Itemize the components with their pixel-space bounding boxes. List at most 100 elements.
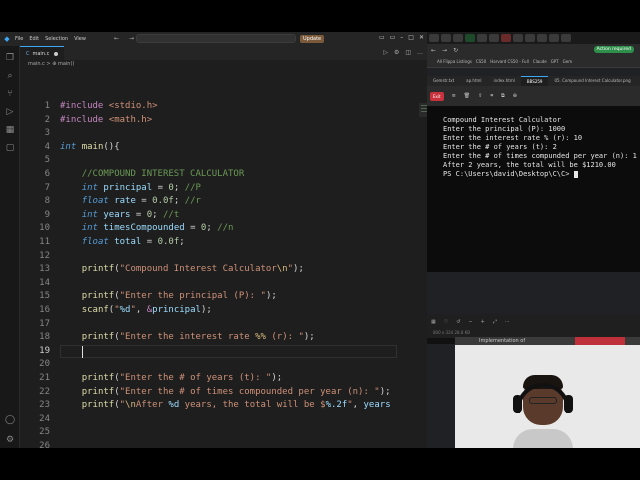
share-icon[interactable]: ⇪	[478, 93, 482, 99]
line-number: 16	[39, 305, 50, 315]
code-line[interactable]: 21 printf("Enter the # of years (t): ");	[20, 372, 427, 386]
line-number: 14	[39, 277, 50, 288]
browser-tab[interactable]	[465, 34, 475, 42]
update-button[interactable]: Update	[300, 35, 325, 43]
browser-tab[interactable]	[501, 34, 511, 42]
code-line[interactable]: 14	[20, 277, 427, 291]
browser-tab[interactable]	[561, 34, 571, 42]
code-line[interactable]: 7 int principal = 0; //P	[20, 182, 427, 196]
browser-tab[interactable]	[477, 34, 487, 42]
file-tab[interactable]: index.html	[488, 76, 521, 86]
maximize-icon[interactable]: □	[408, 34, 414, 41]
code-editor[interactable]: 1 #include <stdio.h> 2 #include <math.h> 3 4 i…	[20, 69, 427, 448]
more-icon[interactable]: ⋯	[505, 319, 510, 325]
code-line[interactable]: 17	[20, 318, 427, 332]
layout-icon[interactable]: ▭	[379, 34, 385, 41]
browser-tab[interactable]	[489, 34, 499, 42]
code-line[interactable]: 22 printf("Enter the # of times compound…	[20, 386, 427, 400]
code-line[interactable]: 9 int years = 0; //t	[20, 209, 427, 223]
browser-tab[interactable]	[525, 34, 535, 42]
code-line[interactable]: 20	[20, 358, 427, 372]
run-debug-icon[interactable]: ▷	[4, 106, 16, 118]
more-icon[interactable]: …	[417, 49, 423, 56]
browser-tab[interactable]	[429, 34, 439, 42]
code-line[interactable]: 2 #include <math.h>	[20, 114, 427, 128]
browser-tab[interactable]	[513, 34, 523, 42]
code-line[interactable]: 16 scanf("%d", &principal);	[20, 304, 427, 318]
back-icon[interactable]: ←	[431, 47, 436, 54]
tab-main-c[interactable]: C main.c	[20, 46, 65, 60]
close-icon[interactable]: ✕	[419, 34, 424, 41]
code-line[interactable]: 26	[20, 440, 427, 448]
list-icon[interactable]: ≡	[452, 93, 456, 99]
file-tab[interactable]: 05. Compound Interest Calculator.png	[548, 76, 636, 86]
bookmark[interactable]: Claude	[533, 59, 547, 64]
minimize-icon[interactable]: –	[400, 34, 403, 41]
split-editor-icon[interactable]: ◫	[405, 49, 411, 56]
code-line[interactable]: 11 float total = 0.0f;	[20, 236, 427, 250]
menu-file[interactable]: File	[15, 36, 23, 42]
back-arrow-icon[interactable]: ←	[114, 35, 119, 42]
code-line[interactable]: 3	[20, 127, 427, 141]
code-line[interactable]: 12	[20, 250, 427, 264]
bookmark[interactable]: All Flippa Listings	[437, 59, 472, 64]
browser-tab[interactable]	[441, 34, 451, 42]
command-center-search[interactable]	[136, 34, 296, 43]
minimap[interactable]	[419, 103, 427, 117]
code-line[interactable]: 4 int main(){	[20, 141, 427, 155]
code-text: printf("Compound Interest Calculator\n")…	[81, 264, 304, 275]
account-icon[interactable]: ◯	[4, 414, 16, 426]
code-line[interactable]: 24	[20, 413, 427, 427]
file-tab[interactable]: ap.html	[460, 76, 487, 86]
source-control-icon[interactable]: ⑂	[4, 88, 16, 100]
file-tab-active[interactable]: BBS259	[520, 76, 549, 86]
code-line[interactable]: 1 #include <stdio.h>	[20, 100, 427, 114]
copy-icon[interactable]: ⧉	[501, 93, 505, 99]
code-line[interactable]: 13 printf("Compound Interest Calculator\…	[20, 263, 427, 277]
bookmark[interactable]: CS50	[476, 59, 486, 64]
zoom-out-icon[interactable]: −	[468, 319, 472, 325]
browser-tab[interactable]	[453, 34, 463, 42]
bookmark[interactable]: GPT	[551, 59, 559, 64]
code-line[interactable]: 23 printf("\nAfter %d years, the total w…	[20, 399, 427, 413]
menu-edit[interactable]: Edit	[29, 36, 39, 42]
heart-icon[interactable]: ♡	[444, 319, 448, 325]
fullscreen-icon[interactable]: ⤢	[493, 319, 497, 325]
explorer-icon[interactable]: ❐	[4, 52, 16, 64]
forward-icon[interactable]: →	[442, 47, 447, 54]
zoom-icon[interactable]: ⊕	[513, 93, 517, 99]
code-line[interactable]: 18 printf("Enter the interest rate %% (r…	[20, 331, 427, 345]
code-line[interactable]: 6 //COMPOUND INTEREST CALCULATOR	[20, 168, 427, 182]
unsaved-dot-icon[interactable]	[54, 51, 59, 56]
code-line[interactable]: 8 float rate = 0.0f; //r	[20, 195, 427, 209]
file-tab[interactable]: Gemstr.txt	[427, 76, 460, 86]
exit-button[interactable]: Exit	[430, 91, 444, 101]
panel-icon[interactable]: ▭	[390, 34, 396, 41]
search-icon[interactable]: ⌕	[4, 70, 16, 82]
breadcrumb[interactable]: main.c > ⊕ main()	[20, 60, 427, 69]
remote-icon[interactable]: ▢	[4, 142, 16, 154]
trash-icon[interactable]: 🗑	[464, 93, 470, 99]
browser-tab[interactable]	[537, 34, 547, 42]
extensions-icon[interactable]: ▦	[4, 124, 16, 136]
zoom-in-icon[interactable]: +	[481, 319, 485, 325]
code-line[interactable]: 25	[20, 426, 427, 440]
bookmark[interactable]: Gem	[563, 59, 572, 64]
grid-icon[interactable]: ▦	[431, 319, 436, 325]
bookmark[interactable]: Harvard CS50 - Full	[490, 59, 529, 64]
crop-icon[interactable]: ⌗	[490, 93, 493, 99]
reload-icon[interactable]: ↻	[453, 47, 458, 54]
settings-gear-icon[interactable]: ⚙	[4, 434, 16, 446]
settings-icon[interactable]: ⚙	[394, 49, 399, 56]
code-line[interactable]: 15 printf("Enter the principal (P): ");	[20, 290, 427, 304]
code-line[interactable]: 5	[20, 154, 427, 168]
rotate-icon[interactable]: ↺	[456, 319, 460, 325]
code-line[interactable]: 19	[20, 344, 427, 359]
browser-tab[interactable]	[549, 34, 559, 42]
menu-selection[interactable]: Selection	[45, 36, 68, 42]
action-required-button[interactable]: Action required	[593, 46, 634, 53]
menu-view[interactable]: View	[74, 36, 86, 42]
run-icon[interactable]: ▷	[383, 49, 388, 56]
forward-arrow-icon[interactable]: →	[129, 35, 134, 42]
code-line[interactable]: 10 int timesCompounded = 0; //n	[20, 222, 427, 236]
